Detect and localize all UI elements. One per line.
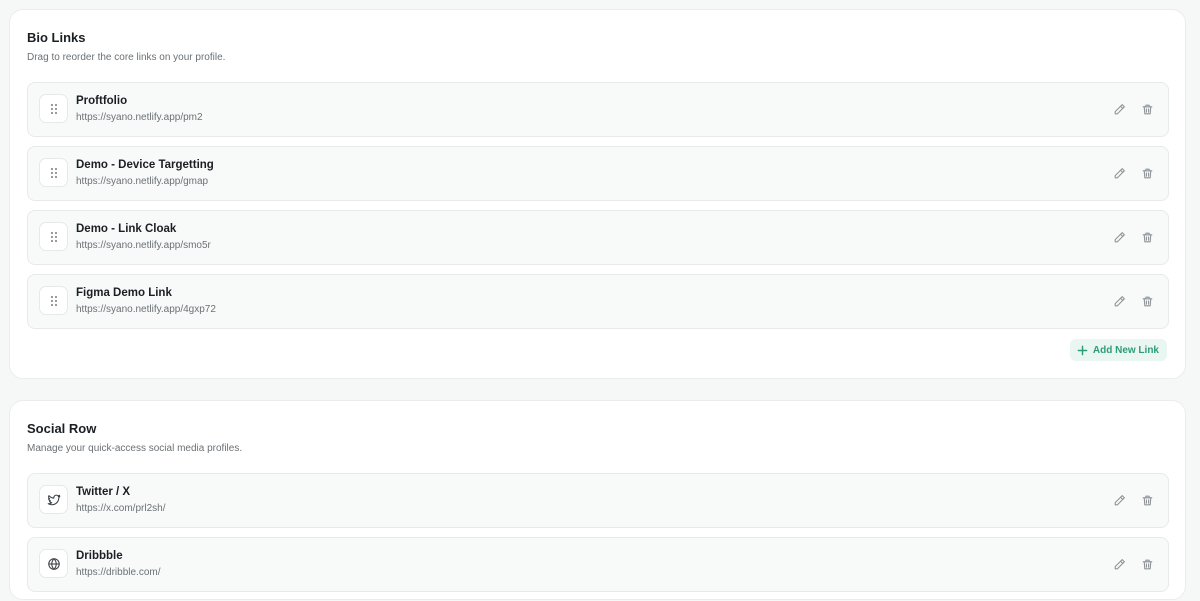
trash-icon — [1142, 495, 1152, 505]
link-actions — [1112, 294, 1154, 308]
link-actions — [1112, 102, 1154, 116]
link-title: Figma Demo Link — [76, 287, 172, 299]
trash-icon — [1142, 104, 1152, 114]
edit-button[interactable] — [1112, 557, 1126, 571]
link-title: Demo - Link Cloak — [76, 223, 177, 235]
edit-button[interactable] — [1112, 166, 1126, 180]
delete-button[interactable] — [1140, 493, 1154, 507]
social-item[interactable]: Dribbble https://dribble.com/ — [27, 537, 1169, 592]
social-list: Twitter / X https://x.com/prl2sh/ Dribbb… — [27, 473, 1169, 601]
trash-icon — [1142, 559, 1152, 569]
social-actions — [1112, 557, 1154, 571]
drag-handle[interactable] — [39, 222, 68, 251]
link-title: Proftfolio — [76, 95, 128, 107]
bio-links-subtitle: Drag to reorder the core links on your p… — [27, 52, 226, 63]
link-actions — [1112, 166, 1154, 180]
bio-link-item[interactable]: Proftfolio https://syano.netlify.app/pm2 — [27, 82, 1169, 137]
drag-handle-icon — [50, 167, 57, 178]
edit-button[interactable] — [1112, 230, 1126, 244]
drag-handle[interactable] — [39, 158, 68, 187]
edit-button[interactable] — [1112, 102, 1126, 116]
edit-button[interactable] — [1112, 294, 1126, 308]
drag-handle-icon — [50, 103, 57, 114]
social-url: https://dribble.com/ — [76, 567, 161, 578]
social-row-subtitle: Manage your quick-access social media pr… — [27, 443, 243, 454]
social-actions — [1112, 493, 1154, 507]
bio-link-item[interactable]: Demo - Device Targetting https://syano.n… — [27, 146, 1169, 201]
social-row-card: Social Row Manage your quick-access soci… — [9, 400, 1186, 600]
drag-handle-icon — [50, 231, 57, 242]
pencil-icon — [1114, 103, 1125, 114]
twitter-icon — [47, 494, 60, 505]
pencil-icon — [1114, 295, 1125, 306]
link-url: https://syano.netlify.app/smo5r — [76, 240, 211, 251]
link-url: https://syano.netlify.app/gmap — [76, 176, 209, 187]
plus-icon — [1077, 345, 1088, 355]
add-new-link-button[interactable]: Add New Link — [1069, 339, 1167, 361]
delete-button[interactable] — [1140, 294, 1154, 308]
bio-link-item[interactable]: Demo - Link Cloak https://syano.netlify.… — [27, 210, 1169, 265]
bio-links-title: Bio Links — [27, 30, 86, 45]
globe-icon — [47, 557, 60, 570]
add-new-link-label: Add New Link — [1092, 344, 1159, 356]
drag-handle[interactable] — [39, 94, 68, 123]
link-actions — [1112, 230, 1154, 244]
social-icon-box — [39, 549, 68, 578]
delete-button[interactable] — [1140, 230, 1154, 244]
pencil-icon — [1114, 558, 1125, 569]
link-url: https://syano.netlify.app/4gxp72 — [76, 304, 216, 315]
bio-link-item[interactable]: Figma Demo Link https://syano.netlify.ap… — [27, 274, 1169, 329]
pencil-icon — [1114, 494, 1125, 505]
link-title: Demo - Device Targetting — [76, 159, 214, 171]
edit-button[interactable] — [1112, 493, 1126, 507]
social-row-title: Social Row — [27, 421, 97, 436]
delete-button[interactable] — [1140, 557, 1154, 571]
social-url: https://x.com/prl2sh/ — [76, 503, 166, 514]
bio-links-list: Proftfolio https://syano.netlify.app/pm2 — [27, 82, 1169, 338]
social-title: Dribbble — [76, 550, 123, 562]
link-url: https://syano.netlify.app/pm2 — [76, 112, 203, 123]
trash-icon — [1142, 296, 1152, 306]
pencil-icon — [1114, 167, 1125, 178]
social-item[interactable]: Twitter / X https://x.com/prl2sh/ — [27, 473, 1169, 528]
trash-icon — [1142, 168, 1152, 178]
pencil-icon — [1114, 231, 1125, 242]
social-icon-box — [39, 485, 68, 514]
drag-handle[interactable] — [39, 286, 68, 315]
drag-handle-icon — [50, 295, 57, 306]
bio-links-card: Bio Links Drag to reorder the core links… — [9, 9, 1186, 379]
delete-button[interactable] — [1140, 102, 1154, 116]
delete-button[interactable] — [1140, 166, 1154, 180]
trash-icon — [1142, 232, 1152, 242]
social-title: Twitter / X — [76, 486, 131, 498]
